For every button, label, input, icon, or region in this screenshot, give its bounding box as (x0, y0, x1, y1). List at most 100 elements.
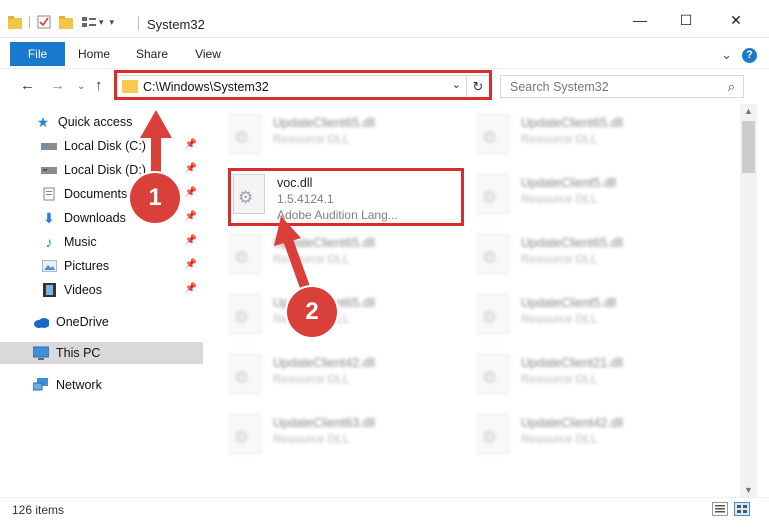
file-item[interactable]: ⚙ UpdateClient42.dll Resource DLL (225, 350, 465, 402)
voc-dll-highlight-box (228, 168, 464, 226)
sidebar-item-local-disk-d[interactable]: Local Disk (D:) 📌 (0, 159, 203, 181)
sidebar-item-music[interactable]: ♪ Music 📌 (0, 231, 203, 253)
gear-icon: ⚙ (482, 188, 498, 207)
scroll-down-icon[interactable]: ▼ (740, 485, 757, 495)
file-name: UpdateClient21.dll (521, 356, 624, 370)
file-item[interactable]: ⚙ UpdateClient42.dll Resource DLL (473, 410, 713, 462)
file-name: UpdateClient5.dll (521, 176, 617, 190)
file-item[interactable]: ⚙ UpdateClient5.dll Resource DLL (473, 290, 713, 342)
sidebar-item-pictures[interactable]: Pictures 📌 (0, 255, 203, 277)
large-icons-view-icon[interactable] (734, 502, 750, 516)
scrollbar-thumb[interactable] (742, 121, 755, 173)
file-item[interactable]: ⚙ UpdateClient65.dll Resource DLL (225, 230, 465, 282)
pin-icon[interactable]: 📌 (185, 283, 197, 294)
sidebar-item-local-disk-c[interactable]: Local Disk (C:) 📌 (0, 135, 203, 157)
gear-icon: ⚙ (234, 368, 250, 387)
folder-icon[interactable] (8, 15, 22, 29)
recent-locations-chevron-icon[interactable]: ⌄ (77, 81, 85, 92)
file-name: UpdateClient65.dll (521, 116, 624, 130)
drive-icon (41, 163, 57, 177)
gear-icon: ⚙ (482, 308, 498, 327)
network-icon (33, 378, 49, 392)
address-highlight-box (114, 70, 492, 100)
file-name: UpdateClient65.dll (273, 116, 376, 130)
minimize-button[interactable]: — (620, 8, 660, 32)
sidebar-item-label: Local Disk (C:) (64, 139, 146, 153)
file-name: UpdateClient65.dll (273, 236, 376, 250)
gear-icon: ⚙ (482, 248, 498, 267)
tab-view[interactable]: View (184, 42, 232, 66)
back-arrow-icon[interactable]: ← (20, 77, 35, 94)
sidebar-item-videos[interactable]: Videos 📌 (0, 279, 203, 301)
title-bar: ▾ ▾ System32 — ☐ ✕ (0, 0, 769, 38)
pin-icon[interactable]: 📌 (185, 139, 197, 150)
new-folder-icon[interactable] (59, 15, 73, 29)
pin-icon[interactable]: 📌 (185, 235, 197, 246)
download-icon: ⬇ (43, 209, 55, 226)
close-button[interactable]: ✕ (716, 8, 756, 32)
customize-toolbar-chevron-icon[interactable]: ▾ (99, 17, 104, 28)
search-input[interactable]: Search System32 ⌕ (500, 75, 744, 98)
file-item[interactable]: ⚙ UpdateClient65.dll Resource DLL (473, 110, 713, 162)
step-2-badge: 2 (287, 287, 337, 337)
up-arrow-icon[interactable]: ↑ (95, 77, 103, 94)
tab-home[interactable]: Home (70, 42, 118, 66)
file-name: UpdateClient63.dll (273, 416, 376, 430)
view-options-icon[interactable] (81, 15, 97, 29)
sidebar-item-label: Network (56, 378, 102, 392)
sidebar-item-label: Pictures (64, 259, 110, 273)
navigation-pane: ★ Quick access Local Disk (C:) 📌 Local D… (0, 104, 203, 497)
maximize-button[interactable]: ☐ (666, 8, 706, 32)
sidebar-item-this-pc[interactable]: This PC (0, 342, 203, 364)
gear-icon: ⚙ (234, 248, 250, 267)
gear-icon: ⚙ (234, 308, 250, 327)
toolbar-dropdown-icon[interactable]: ▾ (110, 17, 115, 28)
sidebar-item-quick-access[interactable]: ★ Quick access (0, 111, 203, 133)
sidebar-item-label: Videos (64, 283, 102, 297)
documents-icon (41, 187, 57, 201)
pin-icon[interactable]: 📌 (185, 187, 197, 198)
star-icon: ★ (36, 113, 50, 130)
file-name: UpdateClient42.dll (521, 416, 624, 430)
pin-icon[interactable]: 📌 (185, 163, 197, 174)
file-item[interactable]: ⚙ UpdateClient65.dll Resource DLL (473, 230, 713, 282)
file-type: Resource DLL (521, 372, 598, 386)
sidebar-item-onedrive[interactable]: OneDrive (0, 311, 203, 333)
file-item[interactable]: ⚙ UpdateClient5.dll Resource DLL (473, 170, 713, 222)
file-type: Resource DLL (273, 252, 350, 266)
tab-file[interactable]: File (10, 42, 65, 66)
file-item[interactable]: ⚙ UpdateClient21.dll Resource DLL (473, 350, 713, 402)
sidebar-item-label: Quick access (58, 115, 133, 129)
file-item[interactable]: ⚙ UpdateClient63.dll Resource DLL (225, 410, 465, 462)
sidebar-item-network[interactable]: Network (0, 374, 203, 396)
file-item[interactable]: ⚙ UpdateClient65.dll Resource DLL (225, 290, 465, 342)
search-icon[interactable]: ⌕ (728, 79, 735, 95)
properties-icon[interactable] (37, 15, 51, 29)
tab-share[interactable]: Share (128, 42, 176, 66)
step-1-badge: 1 (130, 173, 180, 223)
details-view-icon[interactable] (712, 502, 728, 516)
file-item[interactable]: ⚙ UpdateClient65.dll Resource DLL (225, 110, 465, 162)
help-icon[interactable]: ? (742, 47, 757, 63)
file-name: UpdateClient65.dll (521, 236, 624, 250)
file-type: Resource DLL (273, 372, 350, 386)
pin-icon[interactable]: 📌 (185, 211, 197, 222)
file-name: UpdateClient5.dll (521, 296, 617, 310)
expand-ribbon-chevron-icon[interactable]: ⌄ (721, 47, 732, 63)
title-divider (138, 16, 139, 30)
pin-icon[interactable]: 📌 (185, 259, 197, 270)
file-type: Resource DLL (273, 132, 350, 146)
computer-icon (33, 346, 49, 360)
file-list: ⚙ UpdateClient65.dll Resource DLL ⚙ voc.… (205, 104, 740, 497)
file-type: Resource DLL (273, 432, 350, 446)
file-type: Resource DLL (521, 312, 598, 326)
pictures-icon (41, 259, 57, 273)
drive-icon (41, 139, 57, 153)
scroll-up-icon[interactable]: ▲ (740, 106, 757, 116)
gear-icon: ⚙ (482, 428, 498, 447)
vertical-scrollbar[interactable]: ▲ ▼ (740, 104, 757, 497)
sidebar-item-label: Local Disk (D:) (64, 163, 146, 177)
forward-arrow-icon[interactable]: → (50, 77, 65, 94)
sidebar-item-label: Music (64, 235, 97, 249)
gear-icon: ⚙ (234, 128, 250, 147)
